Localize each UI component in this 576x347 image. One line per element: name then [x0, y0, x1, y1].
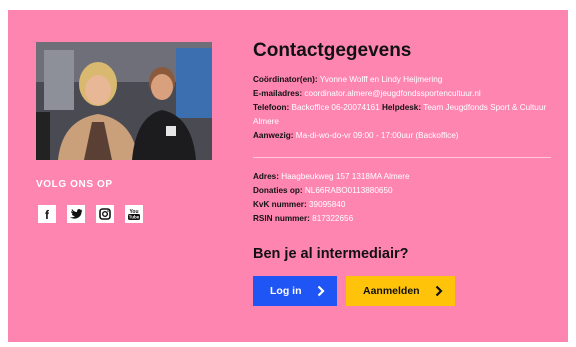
phone-line: Telefoon: Backoffice 06-20074161 Helpdes… [253, 101, 555, 129]
login-button[interactable]: Log in [253, 276, 337, 306]
svg-text:Tube: Tube [129, 215, 140, 220]
contact-heading: Contactgegevens [253, 40, 412, 61]
intermediary-question: Ben je al intermediair? [253, 246, 409, 262]
instagram-link[interactable] [96, 205, 114, 223]
youtube-link[interactable]: You Tube [125, 205, 143, 223]
register-button-label: Aanmelden [363, 285, 420, 297]
address-line: Adres: Haagbeukweg 157 1318MA Almere [253, 170, 555, 184]
register-button[interactable]: Aanmelden [346, 276, 455, 306]
phone-label: Telefoon: [253, 103, 290, 112]
divider [253, 157, 551, 158]
coordinators-photo [36, 42, 212, 160]
email-label: E-mailadres: [253, 89, 303, 98]
twitter-icon [70, 209, 83, 219]
coordinator-line: Coördinator(en): Yvonne Wolff en Lindy H… [253, 73, 555, 87]
facebook-link[interactable]: f [38, 205, 56, 223]
kvk-label: KvK nummer: [253, 200, 307, 209]
helpdesk-label: Helpdesk: [381, 103, 422, 112]
address-value: Haagbeukweg 157 1318MA Almere [278, 172, 410, 181]
youtube-icon: You Tube [128, 209, 140, 220]
kvk-value: 39095840 [306, 200, 346, 209]
rsin-label: RSIN nummer: [253, 214, 310, 223]
address-label: Adres: [253, 172, 279, 181]
follow-us-heading: VOLG ONS OP [36, 179, 113, 190]
presence-label: Aanwezig: [253, 131, 294, 140]
donations-label: Donaties op: [253, 186, 303, 195]
coordinator-value: Yvonne Wolff en Lindy Heijmering [317, 75, 443, 84]
twitter-link[interactable] [67, 205, 85, 223]
phone-value[interactable]: Backoffice 06-20074161 [289, 103, 380, 112]
svg-text:f: f [45, 208, 50, 222]
donations-line: Donaties op: NL66RABO0113880650 [253, 184, 555, 198]
facebook-icon: f [45, 208, 50, 222]
contact-details: Coördinator(en): Yvonne Wolff en Lindy H… [253, 73, 555, 143]
rsin-line: RSIN nummer: 817322656 [253, 212, 555, 226]
chevron-right-icon [435, 285, 443, 297]
social-links: f You Tube [38, 205, 143, 223]
email-line: E-mailadres: coordinator.almere@jeugdfon… [253, 87, 555, 101]
coordinator-label: Coördinator(en): [253, 75, 318, 84]
chevron-right-icon [317, 285, 325, 297]
email-link[interactable]: coordinator.almere@jeugdfondssportencult… [302, 89, 480, 98]
login-button-label: Log in [270, 285, 302, 297]
presence-line: Aanwezig: Ma-di-wo-do-vr 09:00 - 17:00uu… [253, 129, 555, 143]
kvk-line: KvK nummer: 39095840 [253, 198, 555, 212]
organization-details: Adres: Haagbeukweg 157 1318MA Almere Don… [253, 170, 555, 226]
presence-value: Ma-di-wo-do-vr 09:00 - 17:00uur (Backoff… [293, 131, 459, 140]
rsin-value: 817322656 [309, 214, 354, 223]
donations-value: NL66RABO0113880650 [302, 186, 393, 195]
instagram-icon [99, 208, 111, 220]
contact-section: VOLG ONS OP f You Tube Contactgegevens C… [8, 10, 568, 342]
